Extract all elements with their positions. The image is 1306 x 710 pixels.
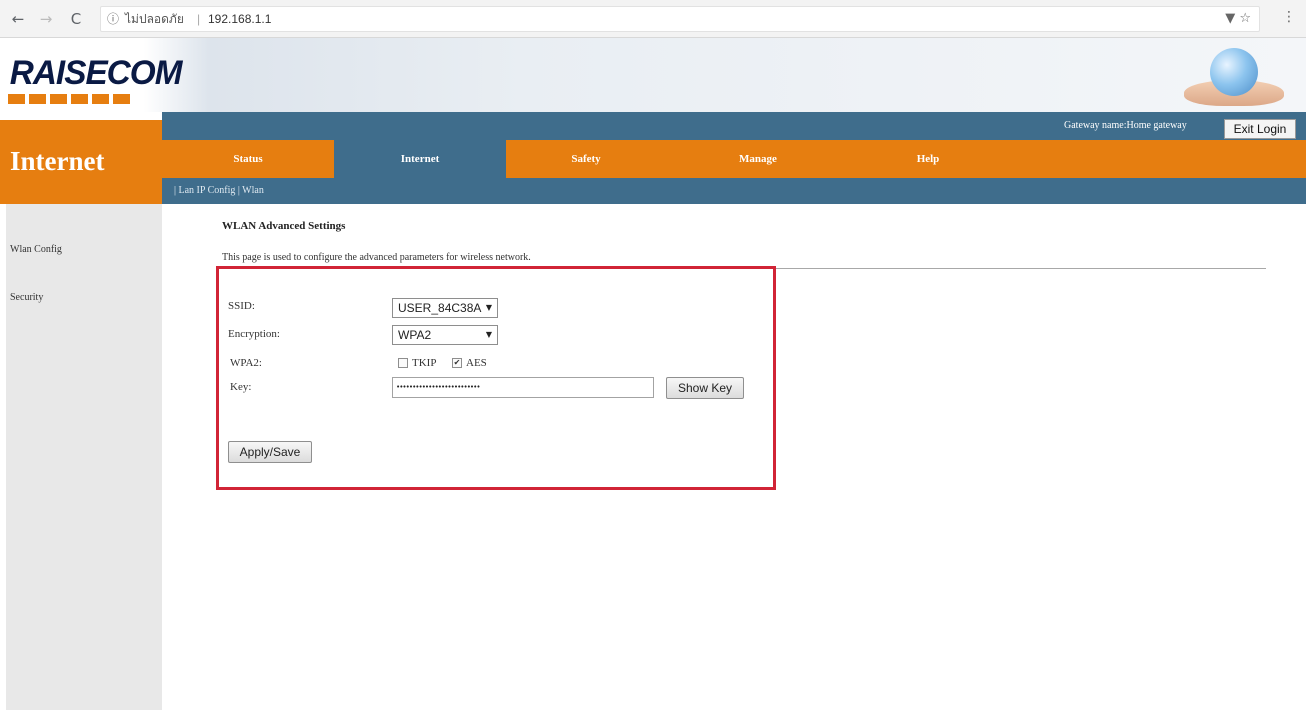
encryption-value: WPA2 bbox=[398, 328, 432, 342]
reload-icon[interactable]: C bbox=[66, 9, 86, 29]
key-label: Key: bbox=[230, 381, 252, 393]
back-icon[interactable]: ← bbox=[8, 9, 28, 29]
security-indicator[interactable]: ไม่ปลอดภัย bbox=[125, 7, 184, 31]
ssid-value: USER_84C38A bbox=[398, 301, 482, 315]
ssid-select[interactable]: USER_84C38A ▼ bbox=[392, 298, 498, 318]
encryption-label: Encryption: bbox=[228, 328, 280, 340]
sidebar-item-wlan-config[interactable]: Wlan Config bbox=[10, 244, 62, 255]
sub-navigation: | Lan IP Config | Wlan bbox=[162, 178, 1306, 204]
exit-login-button[interactable]: Exit Login bbox=[1224, 119, 1296, 139]
router-header: RAISECOM bbox=[0, 38, 1306, 112]
browser-menu-icon[interactable]: ⋮ bbox=[1282, 9, 1296, 25]
menu-status[interactable]: Status bbox=[162, 140, 334, 178]
subnav-links[interactable]: | Lan IP Config | Wlan bbox=[174, 185, 264, 196]
browser-toolbar: ← → C ⓘ ไม่ปลอดภัย | 192.168.1.1 ▼ ☆ ⋮ bbox=[0, 0, 1306, 38]
menu-manage[interactable]: Manage bbox=[666, 140, 850, 178]
encryption-select[interactable]: WPA2 ▼ bbox=[392, 325, 498, 345]
apply-save-button[interactable]: Apply/Save bbox=[228, 441, 312, 463]
ssid-label: SSID: bbox=[228, 300, 255, 312]
forward-icon[interactable]: → bbox=[36, 9, 56, 29]
address-separator: | bbox=[197, 12, 201, 26]
sidebar: Wlan Config Security bbox=[6, 204, 162, 710]
address-bar[interactable]: ⓘ ไม่ปลอดภัย | 192.168.1.1 ▼ ☆ bbox=[100, 6, 1260, 32]
tkip-label: TKIP bbox=[412, 357, 437, 369]
section-title-panel: Internet bbox=[0, 120, 162, 204]
bookmark-star-icon[interactable]: ▼ ☆ bbox=[1225, 7, 1251, 31]
tkip-checkbox[interactable] bbox=[398, 358, 408, 368]
wpa2-label: WPA2: bbox=[230, 357, 262, 369]
logo-subtitle-bar bbox=[8, 94, 136, 104]
chevron-down-icon: ▼ bbox=[485, 330, 492, 339]
globe-hands-graphic bbox=[1180, 44, 1290, 108]
aes-label: AES bbox=[466, 357, 487, 369]
url-text[interactable]: 192.168.1.1 bbox=[208, 7, 271, 31]
info-icon[interactable]: ⓘ bbox=[107, 7, 121, 31]
menu-safety[interactable]: Safety bbox=[506, 140, 666, 178]
chevron-down-icon: ▼ bbox=[485, 303, 492, 312]
show-key-button[interactable]: Show Key bbox=[666, 377, 744, 399]
key-input[interactable]: •••••••••••••••••••••••••• bbox=[392, 377, 654, 398]
menu-internet[interactable]: Internet bbox=[334, 140, 506, 178]
sidebar-item-security[interactable]: Security bbox=[10, 292, 43, 303]
main-menu: Status Internet Safety Manage Help bbox=[162, 140, 1306, 178]
globe-icon bbox=[1210, 48, 1258, 96]
top-status-bar: Gateway name:Home gateway Exit Login bbox=[162, 112, 1306, 140]
gateway-name: Gateway name:Home gateway bbox=[1064, 120, 1187, 131]
page-title: WLAN Advanced Settings bbox=[222, 220, 346, 232]
section-title: Internet bbox=[10, 146, 105, 176]
aes-checkbox[interactable]: ✔ bbox=[452, 358, 462, 368]
menu-help[interactable]: Help bbox=[850, 140, 1006, 178]
page-description: This page is used to configure the advan… bbox=[222, 252, 531, 263]
raisecom-logo: RAISECOM bbox=[9, 54, 183, 92]
